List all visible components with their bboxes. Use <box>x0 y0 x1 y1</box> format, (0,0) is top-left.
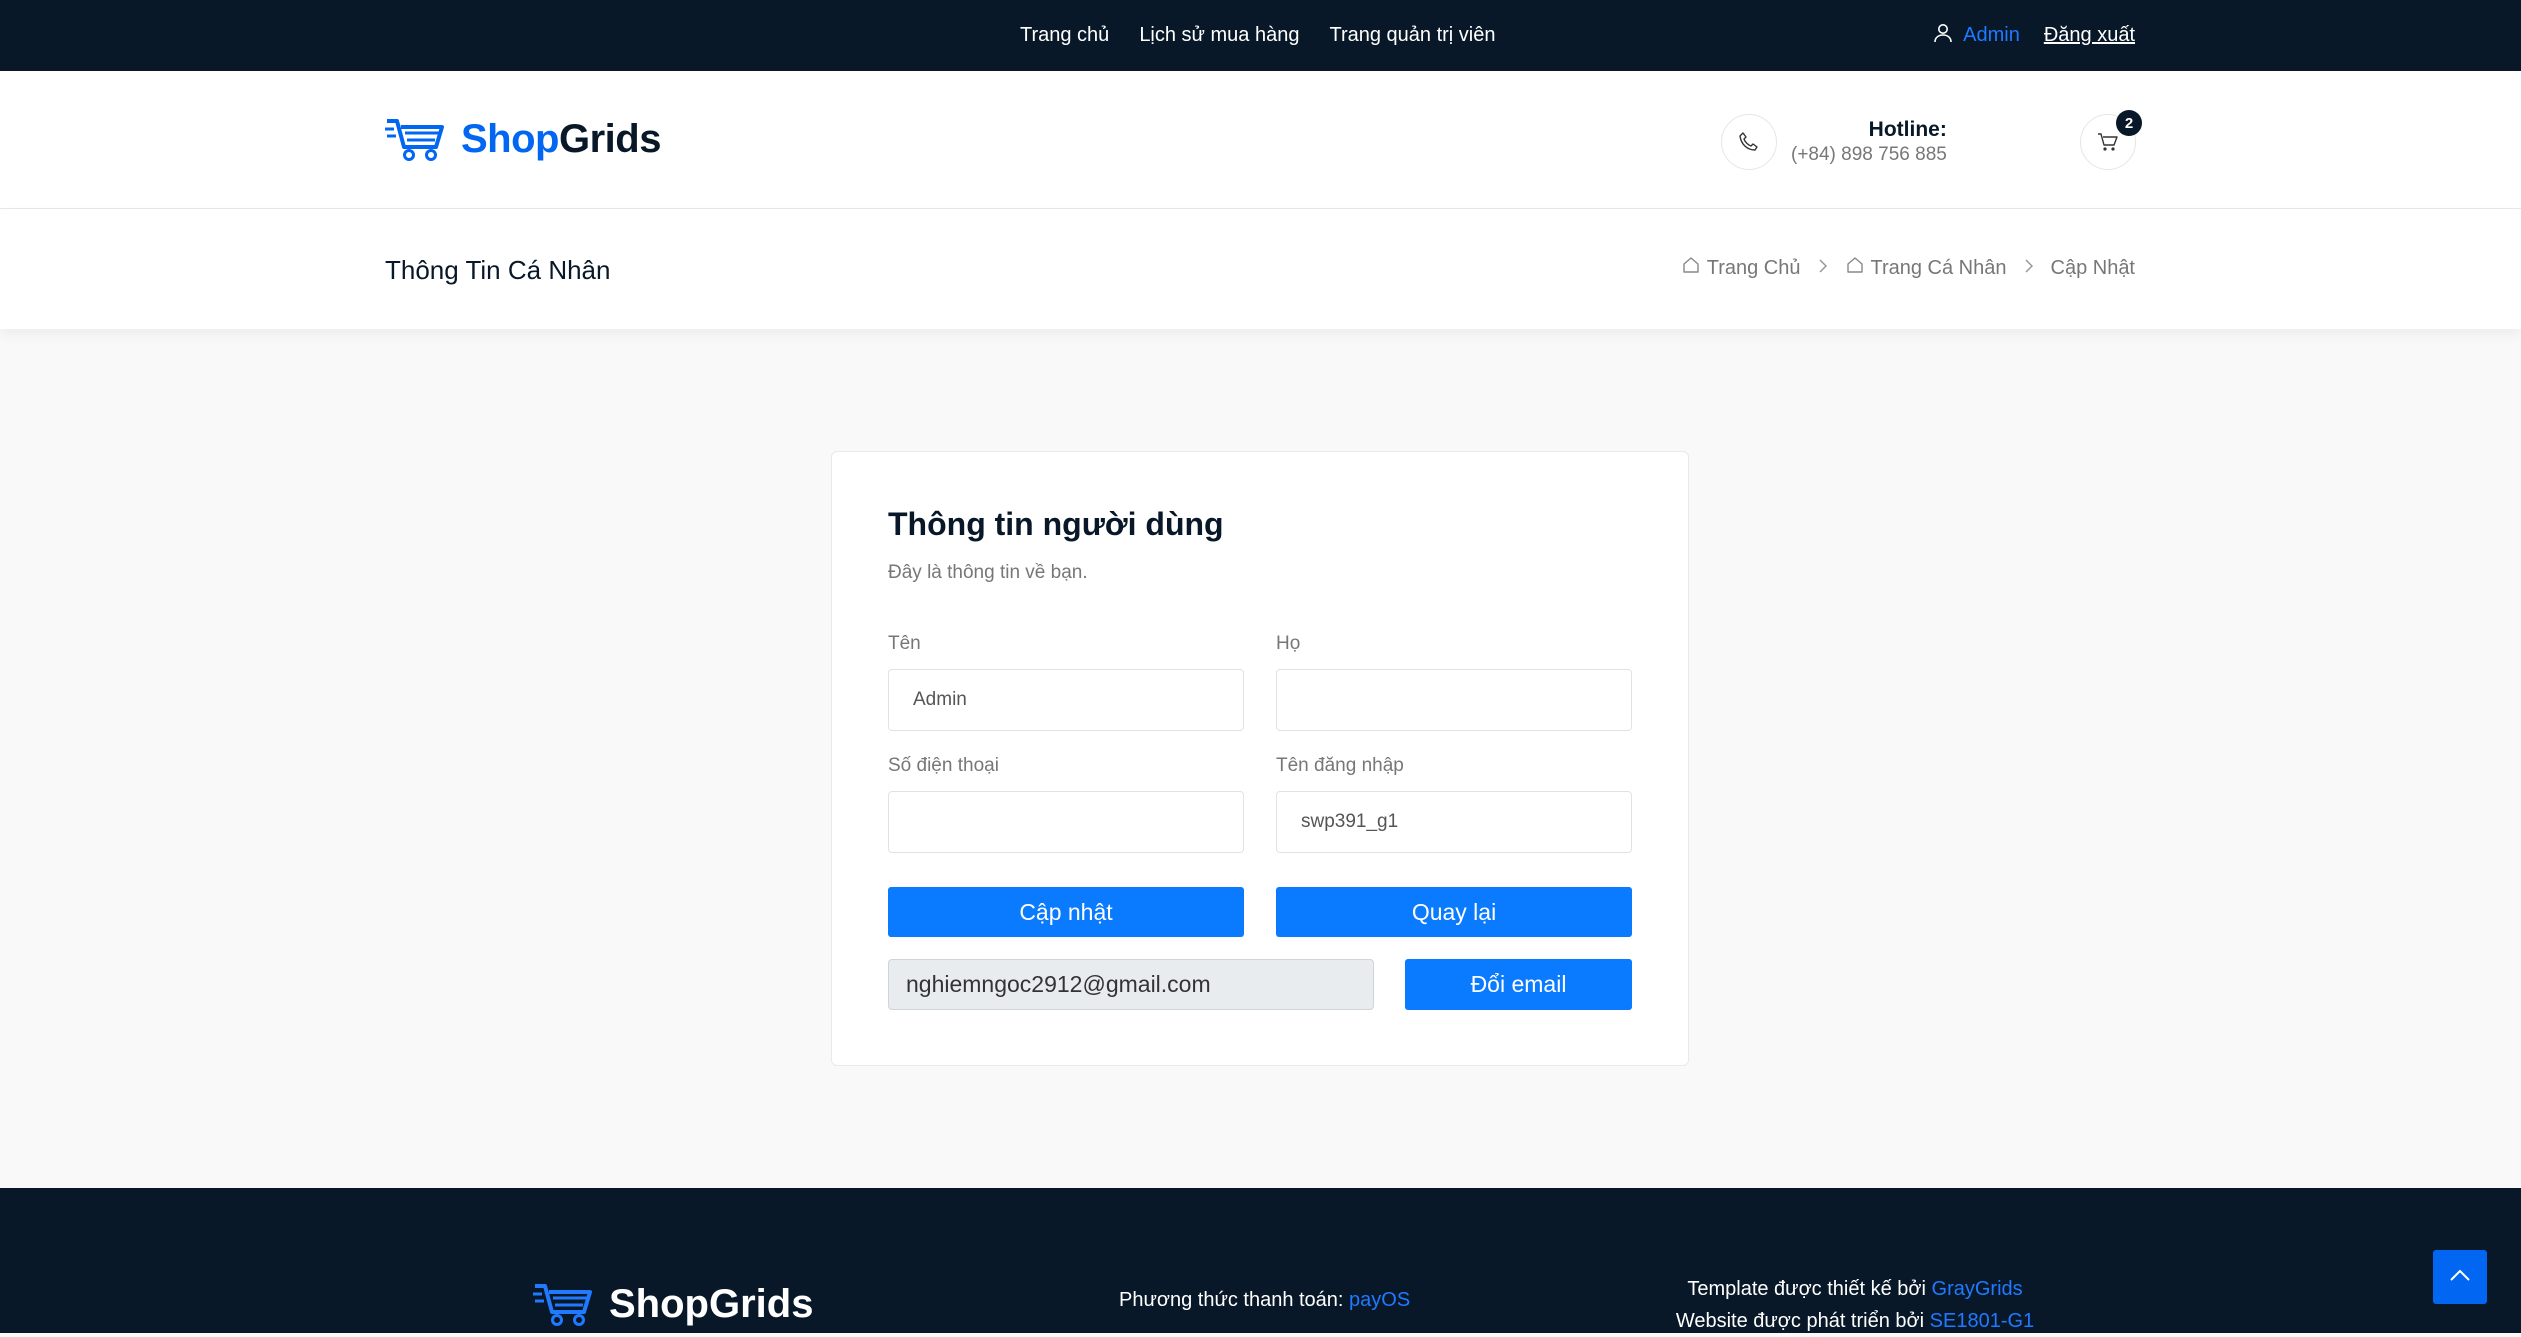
payment-info: Phương thức thanh toán: payOS <box>1119 1289 1410 1312</box>
hotline-label: Hotline: <box>1868 118 1947 141</box>
cart-button[interactable]: 2 <box>2080 110 2142 170</box>
home-icon <box>1681 255 1701 281</box>
first-name-label: Tên <box>888 633 921 654</box>
user-name: Admin <box>1963 24 2020 46</box>
logo-text-grids: Grids <box>558 117 661 161</box>
cart-count-badge: 2 <box>2116 110 2142 136</box>
template-link[interactable]: GrayGrids <box>1932 1278 2023 1300</box>
user-link[interactable]: Admin <box>1933 23 2020 49</box>
payment-label: Phương thức thanh toán: <box>1119 1289 1350 1311</box>
back-button[interactable]: Quay lại <box>1276 887 1632 937</box>
phone-label: Số điện thoại <box>888 755 999 776</box>
nav-order-history-link[interactable]: Lịch sử mua hàng <box>1139 24 1299 47</box>
logo[interactable]: ShopGrids <box>385 111 661 168</box>
update-button[interactable]: Cập nhật <box>888 887 1244 937</box>
chevron-right-icon <box>2023 257 2035 280</box>
dev-link[interactable]: SE1801-G1 <box>1930 1310 2035 1332</box>
profile-card: Thông tin người dùng Đây là thông tin về… <box>831 451 1689 1066</box>
first-name-group: Tên Admin <box>888 633 1244 731</box>
footer-logo[interactable]: ShopGrids <box>533 1276 813 1333</box>
chevron-right-icon <box>1817 257 1829 280</box>
form-subtitle: Đây là thông tin về bạn. <box>888 562 1088 583</box>
user-icon <box>1933 23 1953 49</box>
logout-link[interactable]: Đăng xuất <box>2044 24 2135 47</box>
nav-admin-link[interactable]: Trang quản trị viên <box>1329 24 1495 47</box>
last-name-input[interactable] <box>1276 669 1632 731</box>
email-field: nghiemngoc2912@gmail.com <box>888 959 1374 1010</box>
form-title: Thông tin người dùng <box>888 506 1224 542</box>
breadcrumb: Trang Chủ Trang Cá Nhân Cập Nhật <box>1681 255 2135 281</box>
phone-icon <box>1721 114 1777 170</box>
page-title: Thông Tin Cá Nhân <box>385 255 611 285</box>
breadcrumb-home[interactable]: Trang Chủ <box>1681 255 1801 281</box>
last-name-group: Họ <box>1276 633 1632 731</box>
breadcrumb-home-label: Trang Chủ <box>1706 256 1801 279</box>
template-label: Template được thiết kế bởi <box>1687 1278 1932 1300</box>
dev-label: Website được phát triển bởi <box>1675 1310 1930 1332</box>
phone-group: Số điện thoại <box>888 755 1244 853</box>
user-menu: Admin Đăng xuất <box>1933 0 2135 71</box>
breadcrumb-profile[interactable]: Trang Cá Nhân <box>1845 255 2007 281</box>
logo-cart-icon <box>533 1276 599 1333</box>
header: ShopGrids Hotline: (+84) 898 756 885 2 <box>0 71 2521 209</box>
nav-home-link[interactable]: Trang chủ <box>1020 24 1109 47</box>
scroll-to-top-button[interactable] <box>2433 1250 2487 1304</box>
hotline: Hotline: (+84) 898 756 885 <box>1721 114 1947 170</box>
last-name-label: Họ <box>1276 633 1301 654</box>
username-label: Tên đăng nhập <box>1276 755 1404 776</box>
payment-link[interactable]: payOS <box>1349 1289 1410 1311</box>
breadcrumb-bar: Thông Tin Cá Nhân Trang Chủ Trang Cá Nhâ… <box>0 209 2521 329</box>
home-icon <box>1845 255 1865 281</box>
username-group: Tên đăng nhập swp391_g1 <box>1276 755 1632 853</box>
footer: ShopGrids Phương thức thanh toán: payOS … <box>0 1188 2521 1333</box>
hotline-number: (+84) 898 756 885 <box>1791 144 1947 165</box>
username-input[interactable]: swp391_g1 <box>1276 791 1632 853</box>
phone-input[interactable] <box>888 791 1244 853</box>
chevron-up-icon <box>2448 1267 2472 1288</box>
top-bar: Trang chủ Lịch sử mua hàng Trang quản tr… <box>0 0 2521 71</box>
breadcrumb-profile-label: Trang Cá Nhân <box>1870 256 2007 279</box>
footer-logo-text: ShopGrids <box>609 1282 814 1326</box>
first-name-input[interactable]: Admin <box>888 669 1244 731</box>
breadcrumb-current: Cập Nhật <box>2050 256 2136 279</box>
credits: Template được thiết kế bởi GrayGrids Web… <box>1630 1273 2080 1337</box>
logo-text-shop: Shop <box>461 117 559 161</box>
logo-cart-icon <box>385 111 451 168</box>
change-email-button[interactable]: Đổi email <box>1405 959 1632 1010</box>
top-nav: Trang chủ Lịch sử mua hàng Trang quản tr… <box>1020 0 1495 71</box>
